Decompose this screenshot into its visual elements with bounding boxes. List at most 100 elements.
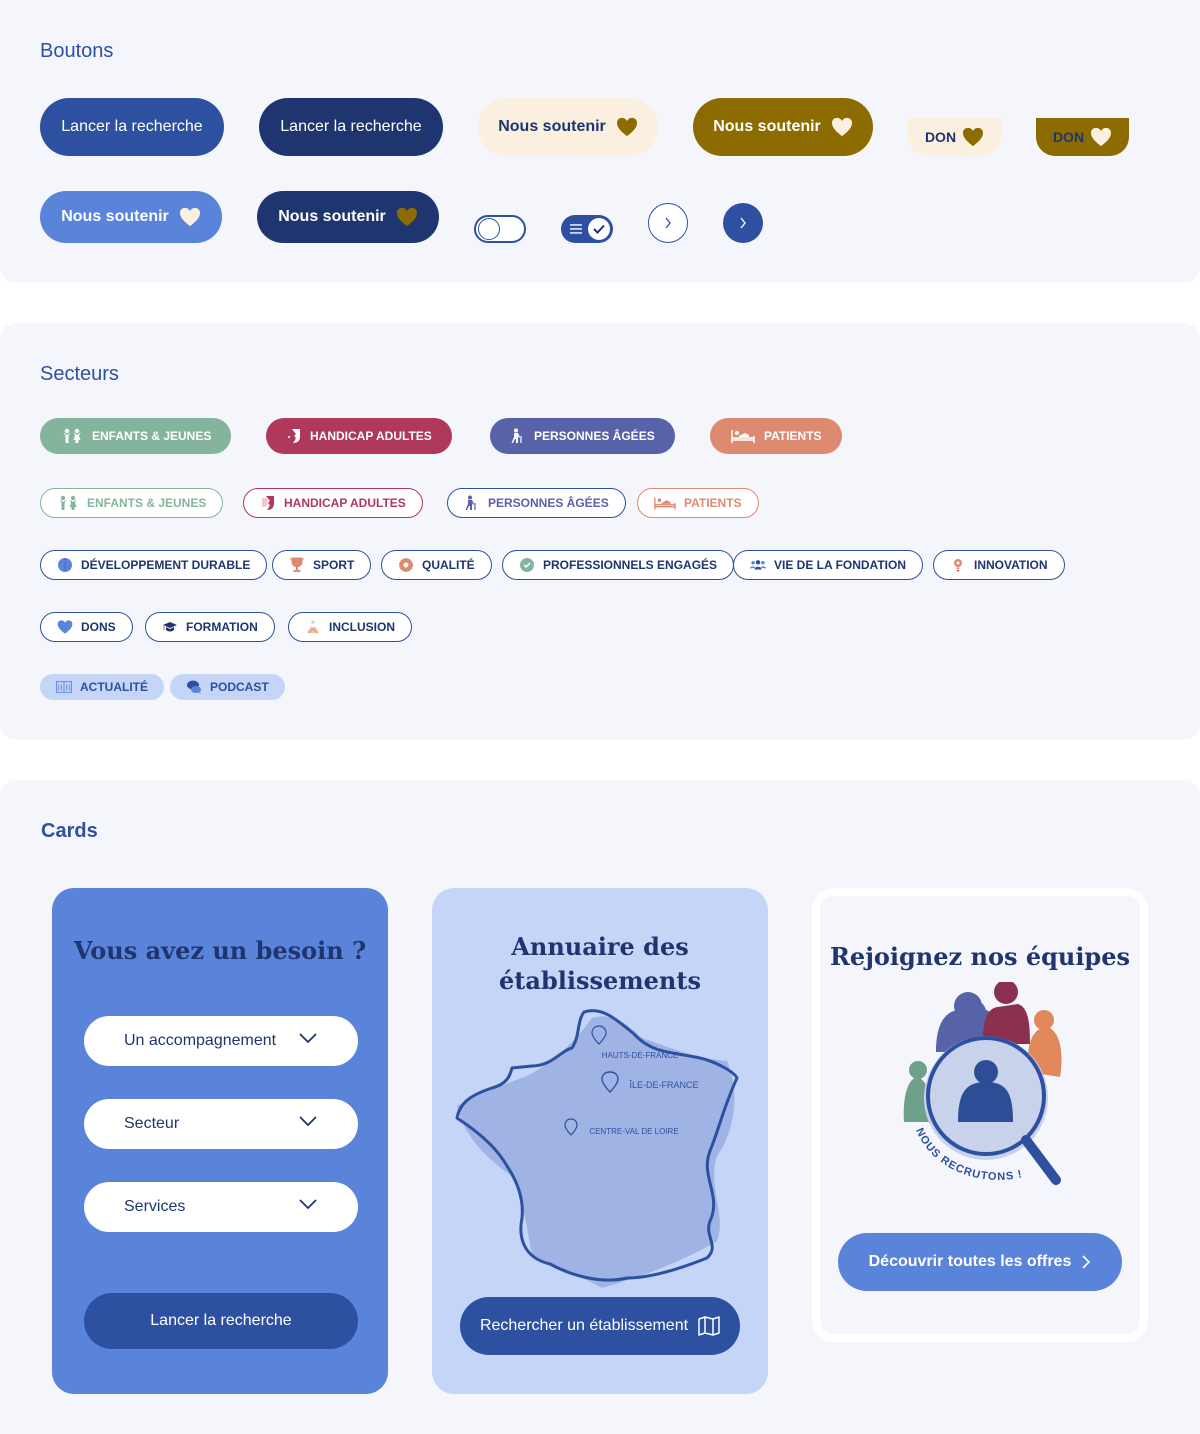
support-button-label: Nous soutenir (498, 118, 606, 135)
france-map[interactable]: HAUTS-DE-FRANCE ÎLE-DE-FRANCE CENTRE-VAL… (452, 1006, 748, 1296)
gear-badge-icon (399, 558, 413, 572)
select-value: Services (124, 1198, 186, 1215)
support-button-navy[interactable]: Nous soutenir (257, 191, 439, 243)
select-value: Un accompagnement (124, 1032, 277, 1049)
cards-panel: Cards Vous avez un besoin ? Un accompagn… (0, 780, 1200, 1434)
sector-tag-patients[interactable]: Patients (710, 418, 842, 454)
chevron-down-icon (299, 1033, 317, 1044)
map-icon (698, 1316, 720, 1336)
topic-tag-label: Dons (81, 620, 116, 634)
topic-tag-label: Qualité (422, 558, 475, 572)
heart-icon (831, 117, 852, 137)
sector-tag-label: Handicap adultes (284, 496, 406, 510)
search-establishment-button[interactable]: Rechercher un établissement (460, 1297, 740, 1355)
don-button-gold[interactable]: DON (1036, 118, 1129, 156)
support-button-blue[interactable]: Nous soutenir (40, 191, 222, 243)
content-tag-label: Actualité (80, 680, 148, 694)
sector-tag-label: Patients (684, 496, 742, 510)
toggle-off[interactable] (474, 215, 526, 243)
support-button-light[interactable]: Nous soutenir (478, 98, 658, 156)
search-button-primary[interactable]: Lancer la recherche (40, 98, 224, 156)
discover-offers-button[interactable]: Découvrir toutes les offres (838, 1233, 1122, 1291)
don-button-light[interactable]: DON (908, 118, 1001, 156)
sector-tag-elderly-outline[interactable]: Personnes âgées (447, 488, 626, 518)
heart-icon (616, 117, 637, 137)
region-label-hauts-de-france: HAUTS-DE-FRANCE (602, 1051, 678, 1060)
topic-tag-sustainability[interactable]: Développement durable (40, 550, 268, 580)
toggle-on[interactable] (561, 215, 613, 243)
chevron-right-icon (740, 217, 746, 229)
topic-tag-quality[interactable]: Qualité (381, 550, 492, 580)
topic-tag-innovation[interactable]: Innovation (933, 550, 1065, 580)
sector-tag-patients-outline[interactable]: Patients (637, 488, 759, 518)
bed-icon (654, 497, 676, 510)
discover-offers-label: Découvrir toutes les offres (868, 1253, 1072, 1270)
sector-tag-elderly[interactable]: Personnes âgées (490, 418, 675, 454)
directory-card: Annuaire des établissements HAUTS-DE-FRA… (432, 888, 768, 1394)
check-icon (593, 224, 605, 234)
select-services[interactable]: Services (84, 1182, 358, 1232)
sector-tag-children[interactable]: Enfants & jeunes (40, 418, 232, 454)
next-button-outline[interactable] (648, 203, 688, 243)
chevron-right-icon (1082, 1255, 1091, 1269)
topic-tag-foundation-life[interactable]: Vie de la fondation (733, 550, 923, 580)
section-title-sectors: Secteurs (40, 363, 119, 385)
elderly-icon (465, 495, 476, 510)
topic-tag-professionals[interactable]: Professionnels engagés (502, 550, 735, 580)
content-tag-label: Podcast (210, 680, 269, 694)
children-icon (59, 495, 77, 510)
need-search-button[interactable]: Lancer la recherche (84, 1293, 358, 1349)
topic-tag-label: Innovation (974, 558, 1048, 572)
directory-title-line2: établissements (499, 966, 701, 995)
sector-tag-children-outline[interactable]: Enfants & jeunes (40, 488, 224, 518)
topic-tag-donations[interactable]: Dons (40, 612, 133, 642)
sectors-panel: Secteurs Enfants & jeunes Handicap adult… (0, 323, 1200, 740)
content-tag-podcast[interactable]: Podcast (170, 674, 285, 700)
sector-tag-label: Patients (764, 429, 822, 443)
need-card-title: Vous avez un besoin ? (73, 936, 367, 965)
next-button-filled[interactable] (723, 203, 763, 243)
chat-bubbles-icon (187, 680, 201, 694)
topic-tag-label: Vie de la fondation (774, 558, 906, 572)
book-icon (56, 681, 72, 693)
toggle-knob (588, 218, 610, 240)
select-accompaniment[interactable]: Un accompagnement (84, 1016, 358, 1066)
content-tag-news[interactable]: Actualité (40, 674, 164, 700)
face-icon (288, 429, 300, 443)
topic-tag-sport[interactable]: Sport (272, 550, 372, 580)
support-button-label: Nous soutenir (61, 208, 169, 225)
face-icon (262, 496, 274, 510)
support-button-gold[interactable]: Nous soutenir (693, 98, 873, 156)
elderly-icon (511, 428, 522, 443)
sector-tag-label: Personnes âgées (488, 496, 609, 510)
heart-icon (1091, 127, 1112, 147)
chevron-right-icon (665, 217, 671, 229)
support-button-label: Nous soutenir (278, 208, 386, 225)
lightbulb-icon (954, 559, 962, 572)
search-button-dark[interactable]: Lancer la recherche (259, 98, 443, 156)
heart-icon (963, 127, 984, 147)
region-label-centre-val-de-loire: CENTRE-VAL DE LOIRE (589, 1127, 678, 1136)
buttons-panel: Boutons Lancer la recherche Lancer la re… (0, 0, 1200, 283)
search-establishment-label: Rechercher un établissement (479, 1317, 689, 1334)
menu-lines-icon (570, 224, 582, 234)
topic-tag-training[interactable]: Formation (145, 612, 275, 642)
sector-tag-disability-outline[interactable]: Handicap adultes (243, 488, 423, 518)
heart-icon (179, 207, 200, 227)
topic-tag-inclusion[interactable]: Inclusion (288, 612, 412, 642)
trophy-icon (290, 557, 304, 572)
section-title-cards: Cards (41, 820, 98, 842)
directory-card-title: Annuaire des établissements (432, 930, 768, 998)
check-badge-icon (520, 558, 534, 572)
chevron-down-icon (299, 1199, 317, 1210)
select-sector[interactable]: Secteur (84, 1099, 358, 1149)
topic-tag-label: Formation (186, 620, 258, 634)
sector-tag-disability[interactable]: Handicap adultes (266, 418, 452, 454)
don-button-label: DON (1052, 129, 1085, 145)
select-value: Secteur (124, 1115, 180, 1132)
sector-tag-label: Handicap adultes (310, 429, 432, 443)
support-button-label: Nous soutenir (713, 118, 821, 135)
heart-icon (396, 207, 417, 227)
don-button-label: DON (924, 129, 957, 145)
bed-icon (731, 430, 755, 443)
